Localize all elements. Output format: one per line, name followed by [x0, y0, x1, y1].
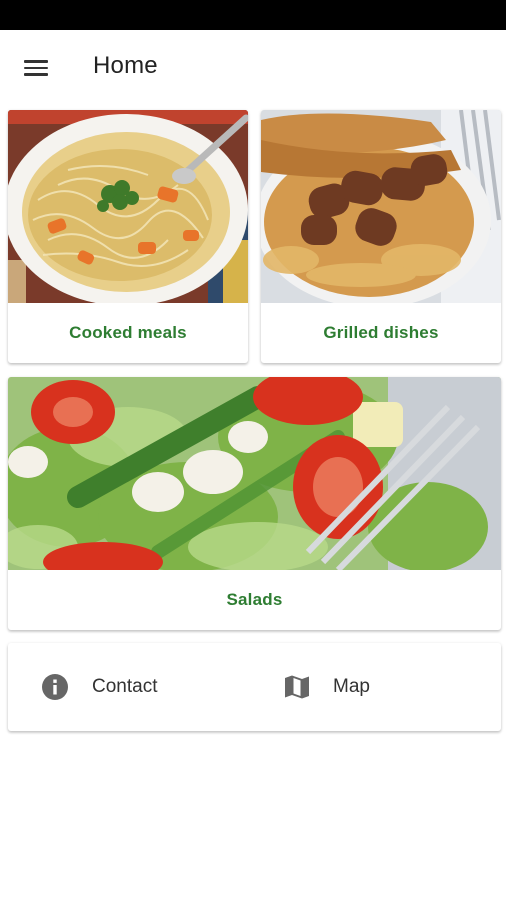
info-icon: [40, 672, 70, 702]
salad-photo: [8, 377, 501, 570]
menu-icon[interactable]: [18, 50, 54, 86]
contact-label: Contact: [92, 676, 158, 697]
app-bar: Home: [0, 30, 506, 104]
actions-card: Contact Map: [8, 643, 501, 731]
contact-button[interactable]: Contact: [40, 643, 240, 731]
category-label: Grilled dishes: [323, 323, 439, 342]
map-button[interactable]: Map: [282, 643, 482, 731]
category-card-cooked-meals[interactable]: Cooked meals: [8, 110, 248, 363]
map-icon: [282, 672, 312, 702]
menu-line: [24, 73, 48, 76]
soup-photo: [8, 110, 248, 303]
map-label: Map: [333, 676, 370, 697]
menu-line: [24, 60, 48, 63]
status-bar: [0, 0, 506, 30]
category-label: Cooked meals: [69, 323, 187, 342]
category-card-salads[interactable]: Salads: [8, 377, 501, 630]
grilled-sausages-flatbread-photo: [261, 110, 501, 303]
category-label: Salads: [226, 590, 283, 609]
menu-line: [24, 66, 48, 70]
category-card-grilled-dishes[interactable]: Grilled dishes: [261, 110, 501, 363]
page-title: Home: [93, 52, 158, 79]
